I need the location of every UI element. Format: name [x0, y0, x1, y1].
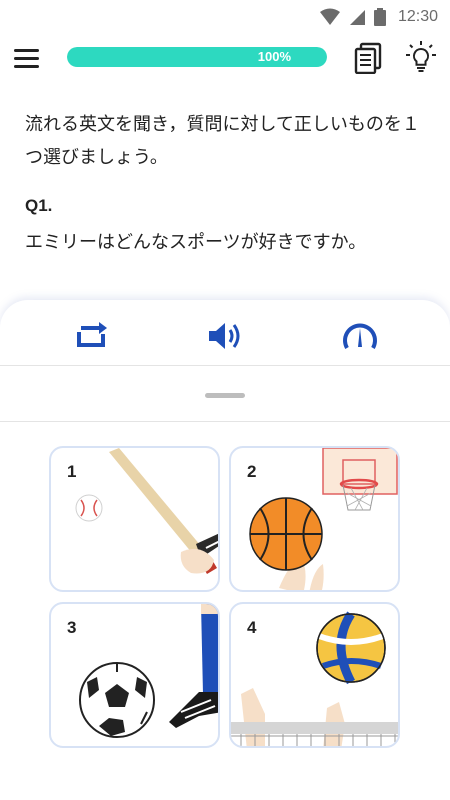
lightbulb-icon[interactable] [404, 40, 438, 74]
option-number: 4 [247, 618, 257, 637]
answer-panel: 1 2 3 4 [0, 300, 450, 800]
top-bar: 100% [0, 38, 450, 80]
option-card-1[interactable]: 1 [49, 446, 220, 592]
status-bar: 12:30 [0, 0, 450, 34]
progress-label: 100% [257, 49, 291, 64]
option-card-2[interactable]: 2 [229, 446, 400, 592]
option-card-3[interactable]: 3 [49, 602, 220, 748]
repeat-icon[interactable] [72, 318, 112, 354]
speaker-icon[interactable] [205, 318, 245, 354]
option-card-4[interactable]: 4 [229, 602, 400, 748]
document-icon[interactable] [354, 42, 384, 75]
progress-bar: 100% [67, 47, 327, 67]
signal-icon [349, 10, 365, 25]
question-label: Q1. [25, 196, 53, 215]
question-text: エミリーはどんなスポーツが好きですか。 [25, 232, 367, 253]
speed-gauge-icon[interactable] [340, 318, 380, 354]
option-number: 2 [247, 462, 257, 481]
drag-handle[interactable] [205, 393, 245, 398]
battery-icon [373, 8, 386, 26]
option-number: 1 [67, 462, 77, 481]
instruction-text: 流れる英文を聞き，質問に対して正しいものを１つ選びましょう。 [25, 114, 420, 168]
status-time: 12:30 [397, 8, 438, 25]
audio-controls [0, 300, 450, 366]
drag-handle-row [0, 366, 450, 422]
menu-icon[interactable] [14, 46, 42, 70]
wifi-icon [319, 8, 340, 25]
option-number: 3 [67, 618, 77, 637]
